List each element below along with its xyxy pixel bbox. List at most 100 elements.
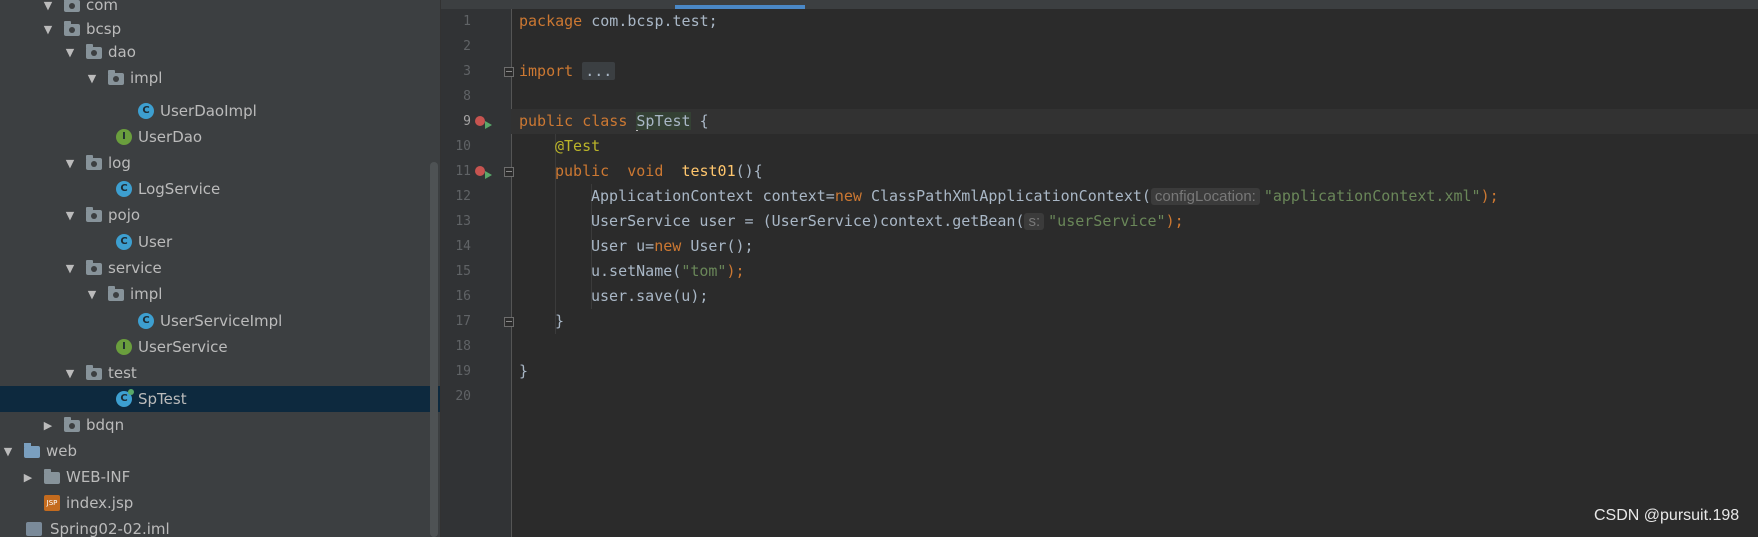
tree-item-label: web [46,442,78,460]
editor-gutter: 1 2 3 8 9 10 11 12 13 14 15 16 17 18 19 … [441,9,514,537]
fold-end-icon[interactable] [504,317,514,327]
code-line-current[interactable]: public class SpTest { [511,109,1758,134]
string-literal: "tom" [681,262,727,280]
code-text: User(); [681,237,754,255]
fold-method-icon[interactable] [504,167,514,177]
code-line[interactable]: import ... [519,59,1758,84]
code-text: com.bcsp.test; [582,12,718,30]
tree-item-label: SpTest [138,390,187,408]
tree-item-label: com [86,0,119,14]
tree-item-web[interactable]: ▼ web [0,438,440,464]
line-number: 17 [455,314,471,329]
code-editor[interactable]: 1 2 3 8 9 10 11 12 13 14 15 16 17 18 19 … [441,0,1758,537]
code-line[interactable]: } [519,309,1758,334]
tree-item-bdqn[interactable]: ▶ bdqn [0,412,440,438]
tree-item-logservice[interactable]: C LogService [0,176,440,202]
package-icon [86,155,102,170]
tree-item-label: impl [130,69,163,87]
expand-arrow-icon[interactable]: ▼ [40,23,56,36]
tree-item-userdao[interactable]: I UserDao [0,124,440,150]
web-folder-icon [24,443,40,458]
line-number: 18 [455,339,471,354]
tree-item-log[interactable]: ▼ log [0,150,440,176]
code-line[interactable]: @Test [519,134,1758,159]
tree-item-userdaoimpl[interactable]: C UserDaoImpl [0,98,440,124]
keyword: import [519,62,574,80]
tree-item-label: dao [108,43,136,61]
tree-item-pojo[interactable]: ▼ pojo [0,202,440,228]
package-icon [86,365,102,380]
code-area[interactable]: package com.bcsp.test; import ... public… [511,9,1758,537]
method-name: test01 [681,162,736,180]
fold-imports-icon[interactable] [504,67,514,77]
tree-item-index-jsp[interactable]: JSP index.jsp [0,490,440,516]
line-number: 19 [455,364,471,379]
tree-item-web-inf[interactable]: ▶ WEB-INF [0,464,440,490]
tree-item-sptest[interactable]: C SpTest [0,386,440,412]
expand-arrow-icon[interactable]: ▼ [62,262,78,275]
line-number: 3 [463,64,471,79]
parameter-hint: s: [1024,213,1045,230]
code-line[interactable]: public void test01(){ [519,159,1758,184]
code-line[interactable]: } [519,359,1758,384]
tree-item-test[interactable]: ▼ test [0,360,440,386]
expand-arrow-icon[interactable]: ▼ [40,0,56,12]
run-test-class-icon[interactable] [475,116,485,126]
expand-arrow-icon[interactable]: ▼ [62,46,78,59]
expand-arrow-icon[interactable]: ▼ [62,367,78,380]
line-number: 8 [463,89,471,104]
code-line[interactable]: ApplicationContext context=new ClassPath… [519,184,1758,209]
keyword: new [834,187,862,205]
code-line[interactable]: User u=new User(); [519,234,1758,259]
tree-item-dao[interactable]: ▼ dao [0,39,440,65]
package-icon [108,70,124,85]
tree-item-user[interactable]: C User [0,229,440,255]
tree-item-iml[interactable]: Spring02-02.iml [0,516,440,537]
run-arrow-icon[interactable] [485,121,492,129]
code-text: } [555,312,565,330]
interface-icon: I [116,339,132,355]
package-icon [64,0,80,12]
line-number: 20 [455,389,471,404]
code-line[interactable]: user.save(u); [519,284,1758,309]
code-text: ); [1480,187,1499,205]
code-line[interactable]: UserService user = (UserService)context.… [519,209,1758,234]
tree-item-service-impl[interactable]: ▼ impl [0,281,440,307]
tree-item-label: Spring02-02.iml [50,520,170,537]
tree-item-label: WEB-INF [66,468,131,486]
package-icon [86,207,102,222]
tree-scrollbar[interactable] [430,162,438,537]
line-number: 1 [463,14,471,29]
tree-item-label: impl [130,285,163,303]
collapse-arrow-icon[interactable]: ▶ [40,419,56,432]
tree-item-label: UserDao [138,128,203,146]
expand-arrow-icon[interactable]: ▼ [0,445,16,458]
tree-item-dao-impl[interactable]: ▼ impl [0,65,440,91]
tree-item-service[interactable]: ▼ service [0,255,440,281]
line-number: 10 [455,139,471,154]
module-file-icon [26,522,42,536]
code-text: UserService user = (UserService)context.… [591,212,1025,230]
code-line[interactable]: u.setName("tom"); [519,259,1758,284]
tree-item-userserviceimpl[interactable]: C UserServiceImpl [0,308,440,334]
expand-arrow-icon[interactable]: ▼ [62,157,78,170]
code-text: ClassPathXmlApplicationContext( [861,187,1151,205]
expand-arrow-icon[interactable]: ▼ [84,72,100,85]
editor-tab-strip[interactable] [441,0,1758,9]
tree-item-label: service [108,259,162,277]
code-line[interactable]: package com.bcsp.test; [519,9,1758,34]
tree-item-label: pojo [108,206,141,224]
expand-arrow-icon[interactable]: ▼ [84,288,100,301]
class-icon: C [138,313,154,329]
run-arrow-icon[interactable] [485,171,492,179]
class-name: SpTest [636,112,691,130]
folded-imports[interactable]: ... [582,62,616,80]
expand-arrow-icon[interactable]: ▼ [62,209,78,222]
tree-item-label: User [138,233,173,251]
run-test-method-icon[interactable] [475,166,485,176]
code-text: ApplicationContext context= [591,187,835,205]
collapse-arrow-icon[interactable]: ▶ [20,471,36,484]
keyword: new [654,237,682,255]
annotation: @Test [555,137,601,155]
tree-item-userservice[interactable]: I UserService [0,334,440,360]
